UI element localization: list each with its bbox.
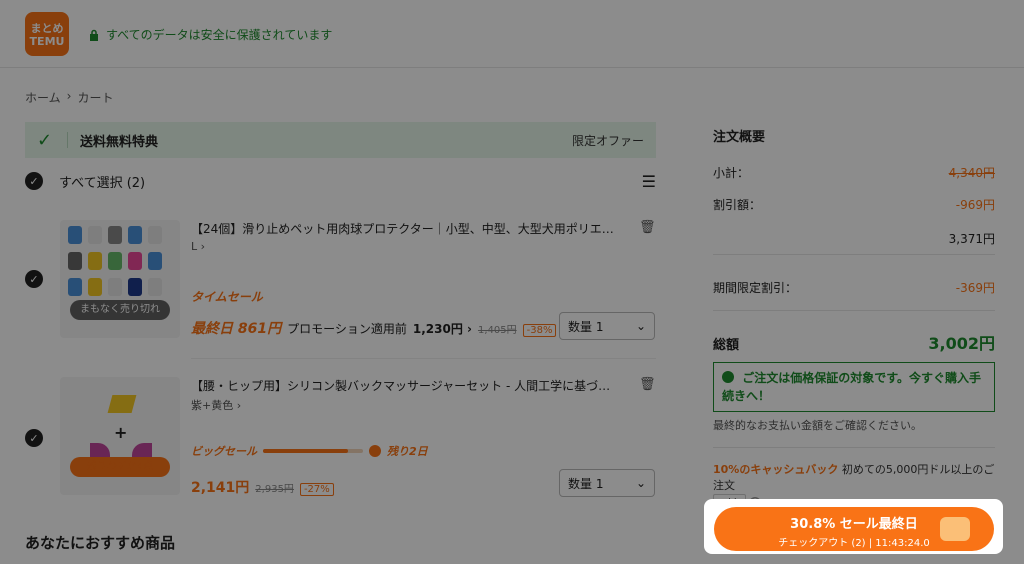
coupon-icon [940, 517, 970, 541]
quantity-value: 数量 1 [568, 319, 604, 334]
logo-line1: まとめ [30, 22, 64, 35]
progress-bar [263, 449, 363, 453]
item-title[interactable]: 【24個】滑り止めペット用肉球プロテクター｜小型、中型、大型犬用ポリエステル製.… [191, 220, 621, 237]
divider [713, 447, 995, 448]
progress-fill [263, 449, 348, 453]
breadcrumb-home[interactable]: ホーム [25, 89, 61, 106]
divider [67, 132, 68, 148]
low-stock-badge: 残りわずか4点 [70, 457, 170, 477]
divider [713, 310, 995, 311]
cashback-highlight: 10%のキャッシュバック [713, 463, 839, 476]
subtotal-row: 小計： 4,340円 [713, 164, 995, 181]
final-price: 最終日 861円 [191, 321, 282, 337]
breadcrumb: ホーム › カート [25, 89, 113, 106]
discount-value: -969円 [955, 198, 995, 212]
cart-item: ✓ まもなく売り切れ 【24個】滑り止めペット用肉球プロテクター｜小型、中型、大… [25, 220, 656, 345]
after-discount-value: 3,371円 [948, 232, 995, 246]
clock-icon [369, 445, 381, 457]
limited-discount-row: 期間限定割引： -369円 [713, 279, 995, 296]
divider [713, 254, 995, 255]
breadcrumb-separator: › [66, 89, 72, 103]
discount-badge: -27% [299, 483, 334, 496]
confirm-note: 最終的なお支払い金額をご確認ください。 [713, 419, 922, 432]
secure-text: すべてのデータは安全に保護されています [106, 28, 333, 42]
promo-offer: 限定オファー [571, 133, 644, 148]
sale-tag: タイムセール [191, 290, 263, 304]
secure-notice: すべてのデータは安全に保護されています [88, 26, 332, 43]
lock-icon [90, 29, 98, 41]
chevron-down-icon: ⌄ [635, 476, 646, 490]
trash-icon[interactable]: 🗑 [639, 220, 656, 235]
check-icon: ✓ [37, 129, 53, 151]
price-guarantee-box[interactable]: ご注文は価格保証の対象です。今すぐ購入手続きへ！ [713, 362, 995, 412]
trash-icon[interactable]: 🗑 [639, 377, 656, 392]
low-stock-badge: まもなく売り切れ [70, 300, 170, 320]
checkout-button[interactable]: 30.8% セール最終日 チェックアウト (2) | 11:43:24.0 [714, 507, 994, 551]
cart-item: ✓ + 残りわずか4点 【腰・ヒップ用】シリコン製バックマッサージャーセット -… [25, 377, 656, 502]
promo-title: 送料無料特典 [80, 134, 159, 150]
limited-discount-label: 期間限定割引： [713, 281, 798, 295]
item-checkbox[interactable]: ✓ [25, 270, 43, 288]
product-image[interactable]: + 残りわずか4点 [60, 377, 180, 495]
discount-badge: -38% [522, 324, 557, 337]
cart-main: ✓ 送料無料特典 限定オファー ✓ すべて選択 (2) ☰ ✓ まもなく売り切れ… [25, 122, 656, 497]
select-all-checkbox[interactable]: ✓ [25, 172, 43, 190]
total-row: 総額 3,002円 [713, 330, 995, 354]
price-line: 最終日 861円 プロモーション適用前 1,230円 › 1,405円 -38% [191, 318, 557, 338]
shield-icon [722, 371, 734, 383]
sale-progress: ビッグセール 残り2日 [191, 443, 428, 459]
discount-label: 割引額： [713, 198, 762, 212]
promo-price[interactable]: 1,230円 › [413, 320, 472, 337]
guarantee-text: ご注文は価格保証の対象です。今すぐ購入手続きへ！ [722, 371, 981, 403]
sale-tag: ビッグセール [191, 445, 257, 458]
item-divider [191, 358, 656, 359]
limited-discount-value: -369円 [955, 281, 995, 295]
subtotal-value: 4,340円 [948, 166, 995, 180]
summary-title: 注文概要 [713, 130, 766, 145]
logo-line2: TEMU [29, 35, 65, 48]
temu-logo[interactable]: まとめ TEMU [25, 12, 69, 56]
breadcrumb-current: カート [77, 91, 114, 105]
select-all-label: すべて選択 (2) [59, 175, 146, 191]
total-value: 3,002円 [928, 334, 995, 353]
select-all-row: ✓ すべて選択 (2) ☰ [25, 170, 656, 192]
quantity-select[interactable]: 数量 1 ⌄ [559, 469, 655, 497]
final-price: 2,141円 [191, 480, 250, 496]
header: まとめ TEMU すべてのデータは安全に保護されています [0, 0, 1024, 68]
recommend-heading: あなたにおすすめ商品 [25, 534, 176, 552]
item-checkbox[interactable]: ✓ [25, 429, 43, 447]
remaining-days: 残り2日 [387, 445, 428, 458]
quantity-select[interactable]: 数量 1 ⌄ [559, 312, 655, 340]
list-menu-icon[interactable]: ☰ [642, 172, 656, 191]
original-price: 1,405円 [477, 325, 517, 336]
chevron-down-icon: ⌄ [635, 319, 646, 333]
free-shipping-banner: ✓ 送料無料特典 限定オファー [25, 122, 656, 158]
subtotal-label: 小計： [713, 166, 750, 180]
original-price: 2,935円 [255, 484, 294, 495]
item-variant[interactable]: 紫+黄色 › [191, 397, 241, 413]
after-discount-row: 3,371円 [713, 230, 995, 247]
price-line: 2,141円 2,935円 -27% [191, 477, 334, 497]
item-variant[interactable]: L › [191, 240, 205, 253]
discount-row: 割引額： -969円 [713, 196, 995, 213]
promo-text: プロモーション適用前 [287, 322, 407, 336]
total-label: 総額 [713, 338, 740, 353]
quantity-value: 数量 1 [568, 476, 604, 491]
item-title[interactable]: 【腰・ヒップ用】シリコン製バックマッサージャーセット - 人間工学に基づいたデザ… [191, 377, 621, 394]
product-image[interactable]: まもなく売り切れ [60, 220, 180, 338]
checkout-highlight: 30.8% セール最終日 チェックアウト (2) | 11:43:24.0 [704, 499, 1003, 554]
